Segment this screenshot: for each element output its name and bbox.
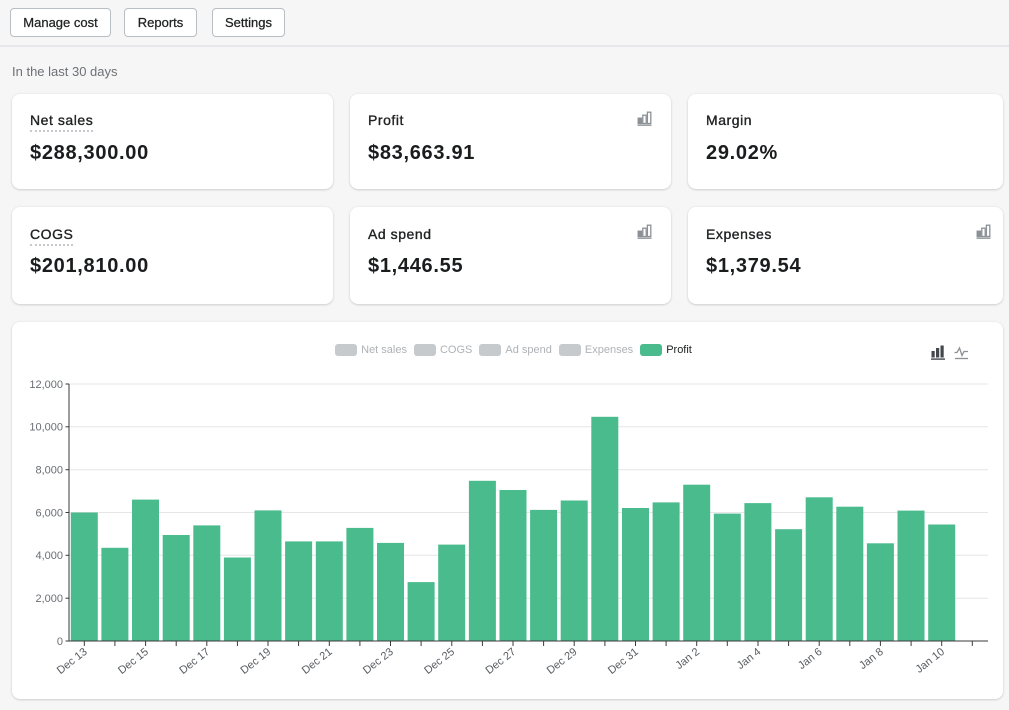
svg-text:Dec 19: Dec 19 xyxy=(238,646,273,677)
svg-text:Jan 6: Jan 6 xyxy=(796,646,825,672)
svg-text:Dec 31: Dec 31 xyxy=(606,646,641,677)
svg-text:Jan 10: Jan 10 xyxy=(914,646,947,676)
svg-text:4,000: 4,000 xyxy=(35,550,63,562)
svg-text:10,000: 10,000 xyxy=(29,422,63,434)
svg-text:Dec 29: Dec 29 xyxy=(545,646,580,677)
svg-text:Dec 23: Dec 23 xyxy=(361,646,396,677)
svg-text:Jan 4: Jan 4 xyxy=(735,646,764,672)
svg-text:Jan 2: Jan 2 xyxy=(673,646,702,672)
svg-text:Jan 8: Jan 8 xyxy=(857,646,886,672)
svg-text:12,000: 12,000 xyxy=(29,379,63,391)
svg-text:Dec 15: Dec 15 xyxy=(116,646,151,677)
svg-text:8,000: 8,000 xyxy=(35,465,63,477)
svg-text:Dec 13: Dec 13 xyxy=(55,646,90,677)
svg-text:6,000: 6,000 xyxy=(35,507,63,519)
svg-text:Dec 17: Dec 17 xyxy=(177,646,212,677)
svg-text:Dec 25: Dec 25 xyxy=(422,646,457,677)
svg-text:0: 0 xyxy=(57,636,63,648)
svg-text:2,000: 2,000 xyxy=(35,593,63,605)
svg-text:Dec 27: Dec 27 xyxy=(483,646,518,677)
svg-text:Dec 21: Dec 21 xyxy=(300,646,335,677)
